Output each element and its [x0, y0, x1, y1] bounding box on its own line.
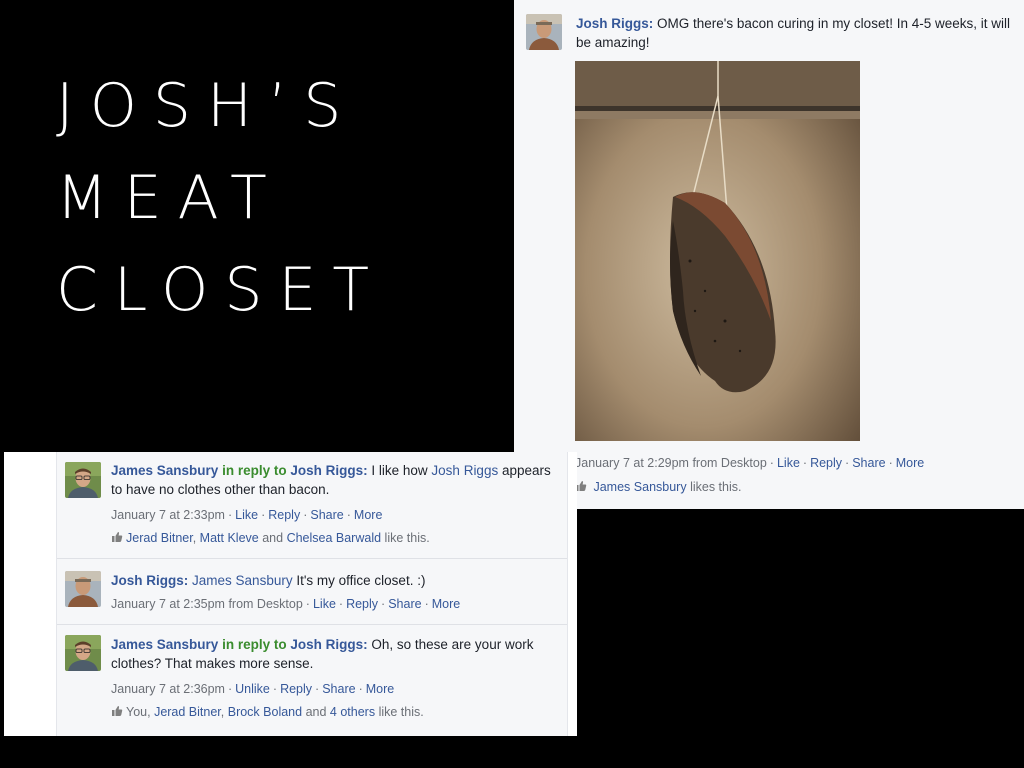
comment-item: James Sansbury in reply to Josh Riggs: O…: [57, 624, 567, 737]
more-link[interactable]: More: [432, 597, 460, 611]
like-link[interactable]: Like: [313, 597, 336, 611]
comment-item: Josh Riggs: James Sansbury It's my offic…: [57, 558, 567, 625]
post-timestamp[interactable]: January 7 at 2:29pm: [575, 456, 689, 470]
more-link[interactable]: More: [354, 508, 382, 522]
mention-link[interactable]: Josh Riggs: [431, 463, 498, 478]
bacon-photo[interactable]: [575, 61, 860, 441]
share-link[interactable]: Share: [322, 682, 355, 696]
comment-text: James Sansbury in reply to Josh Riggs: I…: [111, 463, 551, 497]
james-sansbury-avatar[interactable]: [65, 462, 101, 498]
title-line-1: JOSH’S: [56, 71, 358, 141]
share-link[interactable]: Share: [310, 508, 343, 522]
comment-timestamp[interactable]: January 7 at 2:35pm: [111, 597, 225, 611]
reply-link[interactable]: Reply: [268, 508, 300, 522]
james-sansbury-avatar[interactable]: [65, 635, 101, 671]
title-line-3: CLOSET: [56, 255, 386, 325]
more-link[interactable]: More: [366, 682, 394, 696]
josh-riggs-avatar[interactable]: [65, 571, 101, 607]
liker-link[interactable]: Matt Kleve: [200, 531, 259, 545]
comment-meta: January 7 at 2:36pm · Unlike · Reply · Share · M…: [111, 682, 395, 696]
more-link[interactable]: More: [896, 456, 924, 470]
like-link[interactable]: Like: [777, 456, 800, 470]
comment-author-link[interactable]: James Sansbury: [111, 463, 218, 478]
comment-likes: Jerad Bitner, Matt Kleve and Chelsea Bar…: [111, 531, 430, 545]
mention-link[interactable]: James Sansbury: [192, 573, 293, 588]
post-author-link[interactable]: Josh Riggs: [576, 16, 649, 31]
post-text: Josh Riggs: OMG there's bacon curing in …: [576, 16, 1010, 50]
slide-title: JOSH’S MEAT CLOSET: [56, 60, 385, 336]
comment-timestamp[interactable]: January 7 at 2:36pm: [111, 682, 225, 696]
liker-link[interactable]: Brock Boland: [228, 705, 302, 719]
reply-target-link[interactable]: Josh Riggs: [290, 637, 363, 652]
liker-link[interactable]: Jerad Bitner: [154, 705, 221, 719]
thumbs-up-icon: [112, 706, 123, 716]
reply-target-link[interactable]: Josh Riggs: [290, 463, 363, 478]
reply-link[interactable]: Reply: [810, 456, 842, 470]
comment-item: James Sansbury in reply to Josh Riggs: I…: [57, 452, 567, 558]
post-meta: January 7 at 2:29pm from Desktop · Like · Re…: [575, 456, 925, 470]
reply-link[interactable]: Reply: [346, 597, 378, 611]
liker-link[interactable]: Jerad Bitner: [126, 531, 193, 545]
liker-link[interactable]: James Sansbury: [593, 480, 686, 494]
share-link[interactable]: Share: [388, 597, 421, 611]
share-link[interactable]: Share: [852, 456, 885, 470]
comment-meta: January 7 at 2:33pm · Like · Reply · Share · Mor…: [111, 508, 383, 522]
others-link[interactable]: 4 others: [330, 705, 375, 719]
unlike-link[interactable]: Unlike: [235, 682, 270, 696]
post-likes: James Sansbury likes this.: [575, 480, 741, 494]
thumbs-up-icon: [112, 532, 123, 542]
comment-timestamp[interactable]: January 7 at 2:33pm: [111, 508, 225, 522]
comment-meta: January 7 at 2:35pm from Desktop · Like · Re…: [111, 597, 461, 611]
original-post-card: Josh Riggs: OMG there's bacon curing in …: [514, 0, 1024, 509]
comment-thread-card: James Sansbury in reply to Josh Riggs: I…: [4, 452, 577, 736]
comment-text: James Sansbury in reply to Josh Riggs: O…: [111, 637, 534, 671]
comment-author-link[interactable]: Josh Riggs: [111, 573, 184, 588]
comment-text: Josh Riggs: James Sansbury It's my offic…: [111, 573, 426, 588]
comment-author-link[interactable]: James Sansbury: [111, 637, 218, 652]
liker-link[interactable]: Chelsea Barwald: [287, 531, 382, 545]
reply-link[interactable]: Reply: [280, 682, 312, 696]
josh-riggs-avatar[interactable]: [526, 14, 562, 50]
like-link[interactable]: Like: [235, 508, 258, 522]
title-line-2: MEAT: [56, 163, 283, 233]
comment-likes: You, Jerad Bitner, Brock Boland and 4 ot…: [111, 705, 424, 719]
